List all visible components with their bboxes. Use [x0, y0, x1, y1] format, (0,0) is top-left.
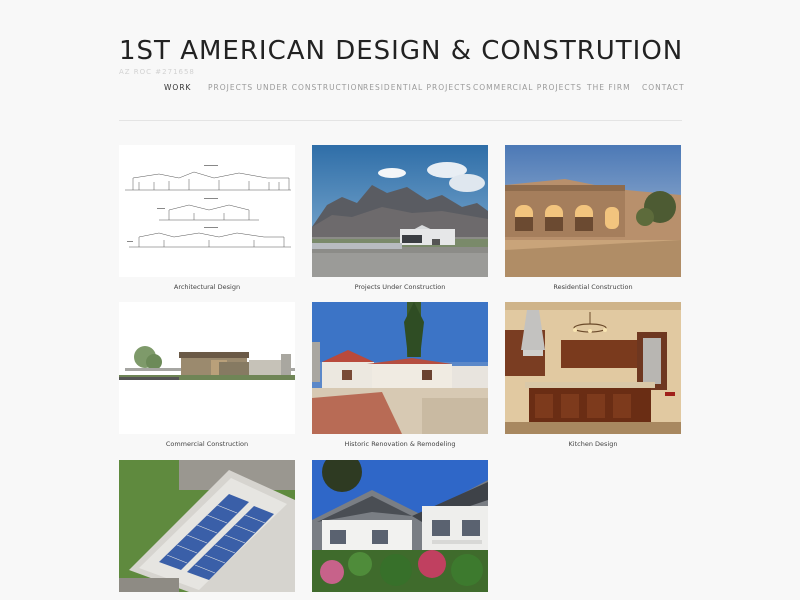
architectural-drawing-image: [119, 145, 295, 277]
solar-roof-image: [119, 460, 295, 592]
gallery-caption: Historic Renovation & Remodeling: [344, 440, 456, 448]
gallery-item-green-building[interactable]: [119, 460, 295, 592]
header-divider: [119, 120, 682, 121]
mountain-house-image: [312, 145, 488, 277]
nav-work[interactable]: WORK: [164, 83, 191, 92]
commercial-rendering-image: [119, 302, 295, 434]
gallery-caption: Kitchen Design: [568, 440, 618, 448]
gallery-caption: Projects Under Construction: [354, 283, 446, 291]
kitchen-image: [505, 302, 681, 434]
gallery-item-residential-construction[interactable]: Residential Construction: [505, 145, 681, 291]
gallery-item-kitchen-design[interactable]: Kitchen Design: [505, 302, 681, 448]
gallery-item-historic-renovation[interactable]: Historic Renovation & Remodeling: [312, 302, 488, 448]
nav-commercial-projects[interactable]: COMMERCIAL PROJECTS: [473, 83, 582, 92]
custom-home-image: [312, 460, 488, 592]
gallery-item-commercial-construction[interactable]: Commercial Construction: [119, 302, 295, 448]
historic-house-image: [312, 302, 488, 434]
residential-home-image: [505, 145, 681, 277]
nav-residential-projects[interactable]: RESIDENTIAL PROJECTS: [363, 83, 472, 92]
gallery-caption: Architectural Design: [173, 283, 241, 291]
gallery-caption: Residential Construction: [553, 283, 633, 291]
gallery-item-projects-under-construction[interactable]: Projects Under Construction: [312, 145, 488, 291]
site-title[interactable]: 1ST AMERICAN DESIGN & CONSTRUTION: [119, 36, 683, 66]
nav-projects-under-construction[interactable]: PROJECTS UNDER CONSTRUCTION: [208, 83, 364, 92]
gallery-item-custom-homes[interactable]: [312, 460, 488, 592]
gallery-caption: Commercial Construction: [165, 440, 249, 448]
gallery-item-architectural-design[interactable]: Architectural Design: [119, 145, 295, 291]
nav-contact[interactable]: CONTACT: [642, 83, 685, 92]
nav-the-firm[interactable]: THE FIRM: [587, 83, 631, 92]
page: 1ST AMERICAN DESIGN & CONSTRUTION AZ ROC…: [0, 0, 800, 600]
license-number: AZ ROC #271658: [119, 68, 195, 76]
